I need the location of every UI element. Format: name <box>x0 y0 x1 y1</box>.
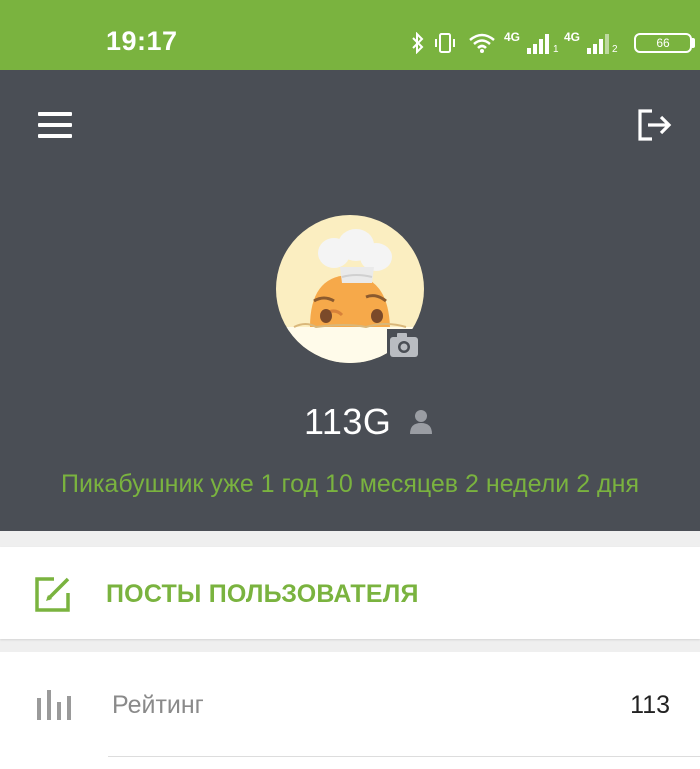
sim-1-label: 1 <box>553 44 559 55</box>
menu-button[interactable] <box>38 112 72 140</box>
rating-label: Рейтинг <box>112 691 204 719</box>
stats-card <box>0 652 700 769</box>
bar-chart-icon <box>37 690 71 720</box>
status-time: 19:17 <box>106 26 178 56</box>
bluetooth-icon <box>412 32 424 54</box>
edit-icon <box>35 577 70 612</box>
wifi-icon <box>469 33 495 53</box>
username: 113G <box>304 401 392 442</box>
logout-icon[interactable] <box>636 107 672 143</box>
vibrate-icon <box>435 33 455 53</box>
status-bar: 19:17 4G 1 4G 2 66 <box>0 0 700 70</box>
signal-icon <box>587 34 609 54</box>
sim-2-label: 2 <box>612 44 618 55</box>
camera-icon[interactable] <box>386 329 422 361</box>
rating-value: 113 <box>630 691 670 719</box>
network-type-2: 4G <box>564 30 581 44</box>
menu-icon <box>38 112 72 116</box>
membership-duration: Пикабушник уже 1 год 10 месяцев 2 недели… <box>61 470 639 498</box>
signal-icon <box>527 34 549 54</box>
divider <box>108 756 700 757</box>
battery-level: 66 <box>656 36 670 50</box>
battery-icon: 66 <box>634 33 692 53</box>
user-posts-label: ПОСТЫ ПОЛЬЗОВАТЕЛЯ <box>106 580 419 608</box>
network-type-1: 4G <box>504 30 521 44</box>
user-icon <box>410 410 432 434</box>
